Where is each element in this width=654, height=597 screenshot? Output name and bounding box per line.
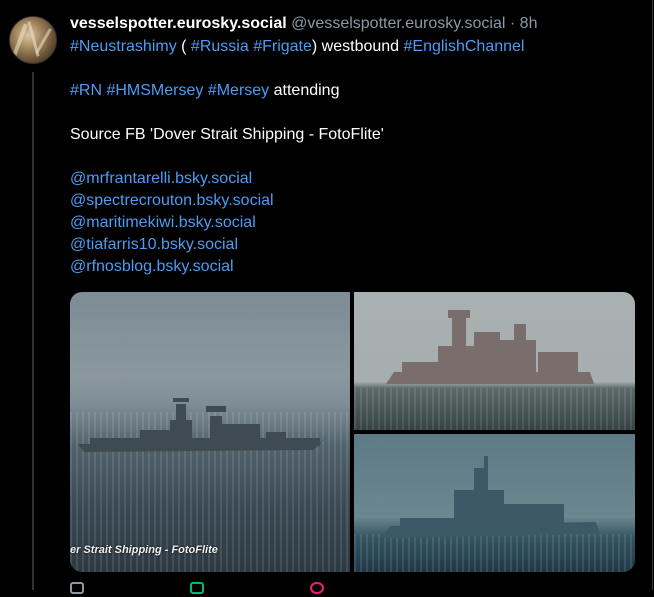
patrol-vessel — [382, 456, 600, 538]
avatar-detail — [12, 23, 28, 57]
hashtag-hmsmersey[interactable]: #HMSMersey — [106, 82, 203, 99]
text-fragment: ( — [176, 38, 191, 55]
hashtag-frigate[interactable]: #Frigate — [253, 38, 312, 55]
display-name[interactable]: vesselspotter.eurosky.social — [70, 15, 287, 32]
user-handle[interactable]: @vesselspotter.eurosky.social — [291, 15, 505, 32]
text-fragment: attending — [269, 82, 340, 99]
gallery-image-1[interactable]: er Strait Shipping - FotoFlite — [70, 292, 350, 572]
thread-line — [32, 72, 34, 590]
frigate-silhouette — [78, 398, 326, 452]
text-fragment: ) westbound — [311, 38, 404, 55]
image-gallery: er Strait Shipping - FotoFlite — [70, 292, 635, 572]
image-watermark: er Strait Shipping - FotoFlite — [70, 544, 218, 556]
gallery-image-3[interactable] — [354, 434, 635, 572]
text-line-2: #RN #HMSMersey #Mersey attending — [70, 80, 640, 102]
mention-line: @mrfrantarelli.bsky.social — [70, 168, 640, 190]
avatar[interactable] — [9, 16, 57, 64]
post-content: vesselspotter.eurosky.social @vesselspot… — [70, 14, 640, 278]
mention-line: @maritimekiwi.bsky.social — [70, 212, 640, 234]
mention-spectrecrouton[interactable]: @spectrecrouton.bsky.social — [70, 192, 274, 209]
mention-mrfrantarelli[interactable]: @mrfrantarelli.bsky.social — [70, 170, 252, 187]
post-text: #Neustrashimy ( #Russia #Frigate) westbo… — [70, 36, 640, 278]
mention-maritimekiwi[interactable]: @maritimekiwi.bsky.social — [70, 214, 256, 231]
frigate-closeup — [386, 310, 594, 384]
post-actions — [70, 580, 640, 594]
mention-rfnosblog[interactable]: @rfnosblog.bsky.social — [70, 258, 234, 275]
separator-dot: · — [509, 15, 516, 32]
gallery-image-2[interactable] — [354, 292, 635, 430]
post-time[interactable]: 8h — [520, 15, 538, 32]
post-header: vesselspotter.eurosky.social @vesselspot… — [70, 14, 640, 34]
text-line-1: #Neustrashimy ( #Russia #Frigate) westbo… — [70, 36, 640, 58]
hashtag-rn[interactable]: #RN — [70, 82, 102, 99]
avatar-detail — [35, 28, 52, 54]
source-line: Source FB 'Dover Strait Shipping - FotoF… — [70, 126, 384, 143]
hashtag-mersey[interactable]: #Mersey — [208, 82, 269, 99]
mention-tiafarris10[interactable]: @tiafarris10.bsky.social — [70, 236, 238, 253]
mention-line: @rfnosblog.bsky.social — [70, 256, 640, 278]
mention-line: @tiafarris10.bsky.social — [70, 234, 640, 256]
hashtag-russia[interactable]: #Russia — [191, 38, 249, 55]
mention-line: @spectrecrouton.bsky.social — [70, 190, 640, 212]
hashtag-englishchannel[interactable]: #EnglishChannel — [404, 38, 525, 55]
hashtag-neustrashimy[interactable]: #Neustrashimy — [70, 38, 177, 55]
